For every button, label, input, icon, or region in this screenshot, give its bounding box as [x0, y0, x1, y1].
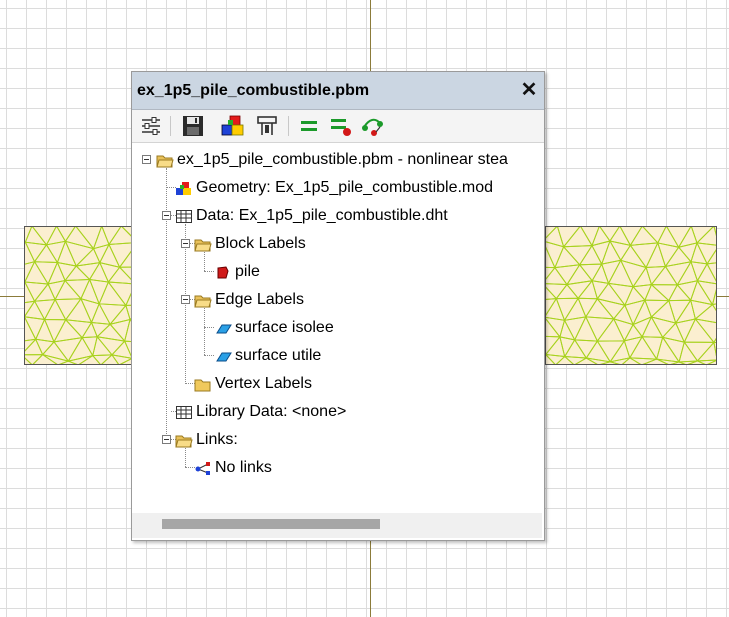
equals-red-icon[interactable] — [328, 113, 354, 139]
geometry-icon[interactable] — [220, 113, 246, 139]
expander-block-labels[interactable] — [181, 239, 190, 248]
clamp-icon[interactable] — [254, 113, 280, 139]
tree-label-data: Data: Ex_1p5_pile_combustible.dht — [196, 207, 448, 224]
tree-label-root: ex_1p5_pile_combustible.pbm - nonlinear … — [177, 151, 508, 168]
close-icon[interactable]: ✕ — [518, 79, 540, 101]
edge-label-icon — [214, 348, 232, 364]
tree-line — [204, 271, 214, 272]
toolbar — [132, 110, 544, 143]
project-tree[interactable]: ex_1p5_pile_combustible.pbm - nonlinear … — [132, 143, 542, 513]
table-icon — [175, 404, 193, 420]
tree-line — [185, 224, 186, 384]
mesh-right-svg — [545, 226, 717, 365]
expander-root[interactable] — [142, 155, 151, 164]
tree-item-pile[interactable]: pile — [214, 259, 260, 285]
tree-label-vertex-labels: Vertex Labels — [215, 375, 312, 392]
save-icon[interactable] — [180, 113, 206, 139]
tree-line — [166, 168, 167, 438]
link-icon — [194, 460, 212, 476]
block-label-icon — [214, 264, 232, 280]
tree-label-links: Links: — [196, 431, 238, 448]
tree-item-library-data[interactable]: Library Data: <none> — [175, 399, 346, 425]
tree-label-no-links: No links — [215, 459, 272, 476]
tree-item-surface-utile[interactable]: surface utile — [214, 343, 321, 369]
horizontal-scrollbar[interactable] — [132, 513, 542, 538]
title-bar[interactable]: ex_1p5_pile_combustible.pbm ✕ — [132, 72, 544, 110]
edge-label-icon — [214, 320, 232, 336]
scrollbar-thumb[interactable] — [162, 519, 380, 529]
tree-label-pile: pile — [235, 263, 260, 280]
tree-label-library-data: Library Data: <none> — [196, 403, 347, 420]
tree-item-edge-labels[interactable]: Edge Labels — [194, 287, 304, 313]
mesh-region-right[interactable] — [545, 226, 717, 365]
geometry-icon — [175, 180, 193, 196]
tree-label-edge-labels: Edge Labels — [215, 291, 304, 308]
tree-item-vertex-labels[interactable]: Vertex Labels — [194, 371, 312, 397]
tree-label-block-labels: Block Labels — [215, 235, 306, 252]
table-icon — [175, 208, 193, 224]
tree-item-surface-isolee[interactable]: surface isolee — [214, 315, 334, 341]
tree-line — [204, 327, 214, 328]
tree-item-links[interactable]: Links: — [175, 427, 238, 453]
mesh-left-svg — [24, 226, 132, 365]
panel-title: ex_1p5_pile_combustible.pbm — [137, 82, 370, 99]
properties-icon[interactable] — [138, 113, 164, 139]
expander-data[interactable] — [162, 211, 171, 220]
open-folder-icon — [194, 236, 212, 252]
open-folder-icon — [175, 432, 193, 448]
open-folder-icon — [156, 152, 174, 168]
toolbar-separator — [288, 116, 289, 136]
tree-label-geometry: Geometry: Ex_1p5_pile_combustible.mod — [196, 179, 494, 196]
tree-item-block-labels[interactable]: Block Labels — [194, 231, 306, 257]
tree-item-geometry[interactable]: Geometry: Ex_1p5_pile_combustible.mod — [175, 175, 493, 201]
toolbar-separator — [170, 116, 171, 136]
folder-icon — [194, 376, 212, 392]
expander-edge-labels[interactable] — [181, 295, 190, 304]
tree-item-no-links[interactable]: No links — [194, 455, 272, 481]
tree-line — [204, 308, 205, 355]
expander-links[interactable] — [162, 435, 171, 444]
link-nodes-icon[interactable] — [360, 113, 386, 139]
tree-label-surface-utile: surface utile — [235, 347, 322, 364]
tree-item-root[interactable]: ex_1p5_pile_combustible.pbm - nonlinear … — [156, 147, 508, 173]
tree-label-surface-isolee: surface isolee — [235, 319, 334, 336]
problem-panel: ex_1p5_pile_combustible.pbm ✕ ex_1p5_pil… — [131, 71, 545, 541]
mesh-region-left[interactable] — [24, 226, 132, 365]
tree-item-data[interactable]: Data: Ex_1p5_pile_combustible.dht — [175, 203, 448, 229]
equals-icon[interactable] — [296, 113, 322, 139]
tree-line — [204, 355, 214, 356]
open-folder-icon — [194, 292, 212, 308]
